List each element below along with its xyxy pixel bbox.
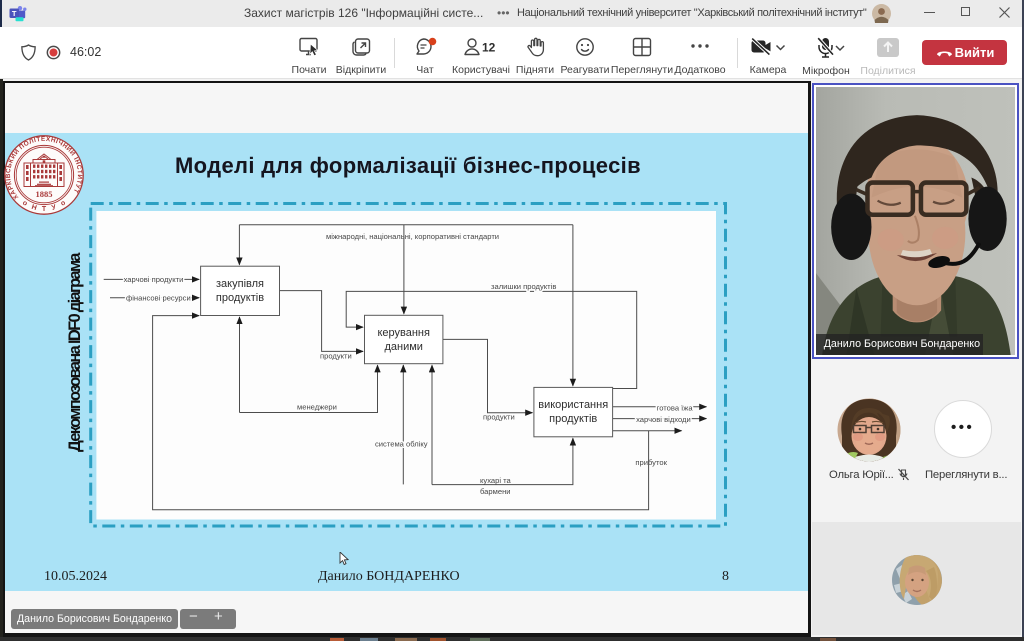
svg-text:використання: використання <box>538 399 608 411</box>
svg-text:менеджери: менеджери <box>297 403 337 412</box>
svg-text:12: 12 <box>482 41 496 55</box>
svg-text:харчові відходи: харчові відходи <box>636 415 691 424</box>
svg-text:продукти: продукти <box>320 352 352 361</box>
svg-text:продукти: продукти <box>483 413 515 422</box>
svg-text:бармени: бармени <box>480 487 511 496</box>
svg-text:продуктів: продуктів <box>216 292 264 304</box>
svg-text:готова їжа: готова їжа <box>657 404 694 413</box>
svg-text:прибуток: прибуток <box>635 458 667 467</box>
svg-text:фінансові ресурси: фінансові ресурси <box>126 294 191 303</box>
svg-text:закупівля: закупівля <box>216 278 264 290</box>
svg-text:кухарі та: кухарі та <box>480 476 512 485</box>
svg-text:даними: даними <box>384 341 422 353</box>
svg-text:Т: Т <box>42 206 47 213</box>
svg-text:керування: керування <box>377 327 430 339</box>
svg-text:продуктів: продуктів <box>549 413 597 425</box>
svg-text:1885: 1885 <box>36 189 53 199</box>
svg-text:харчові продукти: харчові продукти <box>124 275 184 284</box>
svg-text:міжнародні, національні, корпо: міжнародні, національні, корпоративні ст… <box>326 232 499 241</box>
svg-text:T: T <box>12 9 17 18</box>
svg-text:залишки продуктів: залишки продуктів <box>491 282 556 291</box>
svg-text:система обліку: система обліку <box>375 440 428 449</box>
